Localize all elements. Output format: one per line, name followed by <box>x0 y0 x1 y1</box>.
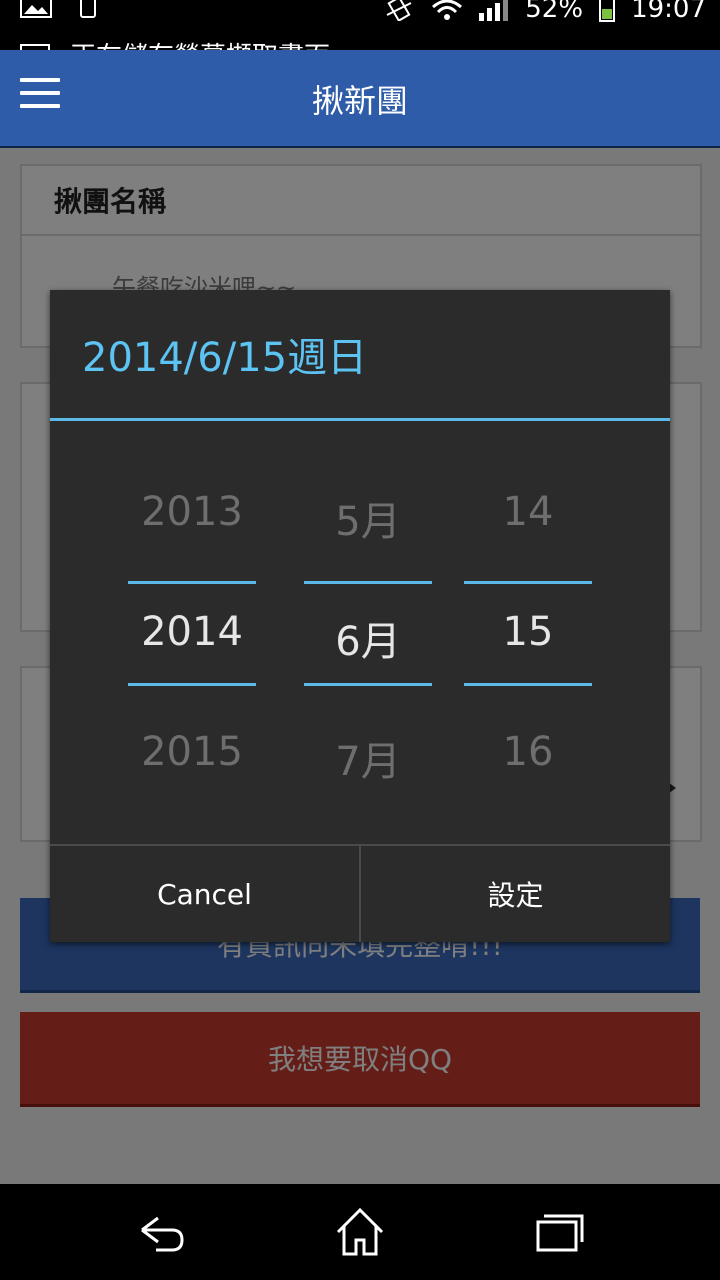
month-divider-top <box>304 581 432 584</box>
day-prev[interactable]: 14 <box>464 489 592 535</box>
gallery-icon <box>20 0 52 18</box>
status-bar: 52% 19:07 正在儲存螢幕擷取畫面 <box>0 0 720 72</box>
back-icon[interactable] <box>130 1204 190 1260</box>
dialog-title: 2014/6/15週日 <box>50 290 670 421</box>
month-picker[interactable]: 5月 6月 7月 <box>304 421 432 845</box>
battery-percent: 52% <box>525 0 584 24</box>
year-picker[interactable]: 2013 2014 2015 <box>128 421 256 845</box>
month-divider-bottom <box>304 683 432 686</box>
navigation-bar <box>0 1184 720 1280</box>
cancel-button[interactable]: Cancel <box>50 846 359 942</box>
recent-apps-icon[interactable] <box>530 1204 590 1260</box>
day-current[interactable]: 15 <box>464 609 592 655</box>
year-divider-top <box>128 581 256 584</box>
year-next[interactable]: 2015 <box>128 729 256 775</box>
clock: 19:07 <box>631 0 706 24</box>
phone-icon <box>80 0 96 18</box>
vibrate-icon <box>386 0 412 21</box>
year-current[interactable]: 2014 <box>128 609 256 655</box>
day-next[interactable]: 16 <box>464 729 592 775</box>
date-picker: 2013 2014 2015 5月 6月 7月 14 15 16 <box>50 421 670 845</box>
date-picker-dialog: 2014/6/15週日 2013 2014 2015 5月 6月 7月 14 1… <box>50 290 670 942</box>
month-current[interactable]: 6月 <box>304 609 432 667</box>
dialog-actions: Cancel 設定 <box>50 844 670 942</box>
app-bar: 揪新團 <box>0 50 720 148</box>
battery-icon <box>599 0 616 22</box>
signal-icon <box>479 0 509 21</box>
month-prev[interactable]: 5月 <box>304 489 432 547</box>
month-next[interactable]: 7月 <box>304 729 432 787</box>
year-prev[interactable]: 2013 <box>128 489 256 535</box>
day-picker[interactable]: 14 15 16 <box>464 421 592 845</box>
day-divider-top <box>464 581 592 584</box>
year-divider-bottom <box>128 683 256 686</box>
set-button[interactable]: 設定 <box>359 846 670 942</box>
day-divider-bottom <box>464 683 592 686</box>
home-icon[interactable] <box>330 1204 390 1260</box>
wifi-icon <box>432 0 463 20</box>
app-title: 揪新團 <box>311 82 408 120</box>
